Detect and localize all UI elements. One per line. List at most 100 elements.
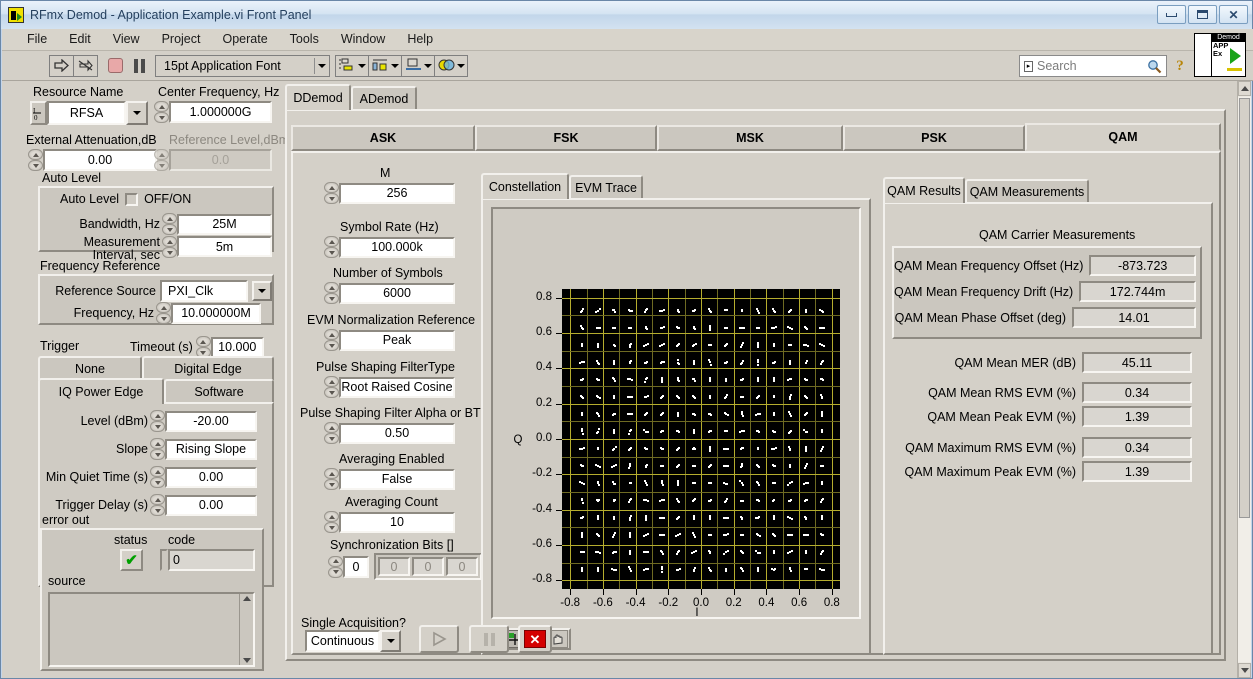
external-attenuation-value[interactable]: 0.00 [43, 149, 157, 171]
trigger-timeout-control[interactable]: Timeout (s) 10.000 [130, 336, 264, 358]
reference-source-control[interactable]: Reference Source PXI_Clk [48, 280, 272, 302]
resource-name-dropdown-icon[interactable] [126, 101, 148, 125]
resource-name-combo[interactable]: I0 RFSA [30, 101, 148, 125]
trigger-level-control[interactable]: Level (dBm) -20.00 [42, 410, 257, 432]
align-objects-icon[interactable] [335, 54, 369, 77]
modulation-tab-msk[interactable]: MSK [657, 125, 843, 151]
reference-frequency-control[interactable]: Frequency, Hz 10.000000M [48, 302, 261, 324]
pulse-shaping-filter-type-control[interactable]: Root Raised Cosine [324, 376, 455, 398]
trigger-timeout-spinner[interactable] [195, 336, 211, 358]
reference-source-value[interactable]: PXI_Clk [160, 280, 248, 302]
bandwidth-spinner[interactable] [162, 213, 177, 235]
resize-objects-icon[interactable] [401, 54, 435, 77]
reference-level-control[interactable]: 0.0 [154, 149, 272, 171]
trigger-tab-none[interactable]: None [38, 356, 142, 380]
modulation-tab-ask[interactable]: ASK [291, 125, 475, 151]
modulation-tab-psk[interactable]: PSK [843, 125, 1025, 151]
pause-acquisition-button[interactable] [469, 625, 509, 653]
single-acquisition-combo[interactable]: Continuous [305, 630, 401, 652]
evm-normalization-spinner[interactable] [324, 329, 339, 351]
tab-ddemod[interactable]: DDemod [285, 84, 351, 110]
trigger-timeout-value[interactable]: 10.000 [210, 336, 264, 358]
min-quiet-time-control[interactable]: Min Quiet Time (s) 0.00 [42, 466, 257, 488]
reference-level-spinner[interactable] [154, 149, 169, 171]
single-acquisition-value[interactable]: Continuous [305, 630, 380, 652]
averaging-enabled-spinner[interactable] [324, 468, 339, 490]
menu-item-window[interactable]: Window [330, 30, 396, 49]
error-source-value[interactable] [48, 592, 255, 667]
reference-level-value[interactable]: 0.0 [169, 149, 272, 171]
scrollbar-thumb[interactable] [1239, 98, 1250, 518]
reference-frequency-spinner[interactable] [156, 302, 171, 324]
graph-tab-constellation[interactable]: Constellation [481, 173, 569, 199]
trigger-slope-value[interactable]: Rising Slope [165, 438, 257, 460]
play-button[interactable] [419, 625, 459, 653]
number-of-symbols-spinner[interactable] [324, 282, 339, 304]
trigger-delay-spinner[interactable] [150, 494, 165, 516]
synchronization-bits-spinner[interactable] [328, 555, 343, 578]
menu-item-file[interactable]: File [16, 30, 58, 49]
menu-item-edit[interactable]: Edit [58, 30, 102, 49]
results-tab-qam-results[interactable]: QAM Results [883, 177, 965, 203]
symbol-rate-spinner[interactable] [324, 236, 339, 258]
measurement-interval-value[interactable]: 5m [177, 236, 272, 257]
measurement-interval-spinner[interactable] [162, 236, 177, 258]
constellation-plot[interactable] [562, 289, 840, 589]
search-input[interactable]: ▸ Search [1019, 55, 1167, 77]
modulation-tab-fsk[interactable]: FSK [475, 125, 657, 151]
trigger-slope-control[interactable]: Slope Rising Slope [42, 438, 257, 460]
font-selector[interactable]: 15pt Application Font [155, 54, 330, 77]
external-attenuation-spinner[interactable] [28, 149, 43, 171]
auto-level-toggle-row[interactable]: Auto Level OFF/ON [60, 192, 191, 206]
symbol-rate-control[interactable]: 100.000k [324, 236, 455, 258]
scroll-up-icon[interactable] [1238, 81, 1251, 96]
single-acquisition-dropdown-icon[interactable] [380, 630, 401, 652]
run-continuously-button[interactable] [73, 54, 98, 77]
results-tab-qam-measurements[interactable]: QAM Measurements [965, 179, 1089, 203]
distribute-objects-icon[interactable] [368, 54, 402, 77]
synchronization-bits-index[interactable]: 0 [343, 555, 369, 578]
synchronization-bits-cell-1[interactable]: 0 [412, 557, 444, 576]
menu-item-view[interactable]: View [102, 30, 151, 49]
center-frequency-value[interactable]: 1.000000G [169, 101, 272, 123]
maximize-button[interactable] [1188, 5, 1217, 24]
menu-item-operate[interactable]: Operate [211, 30, 278, 49]
m-spinner[interactable] [324, 182, 339, 204]
pause-button[interactable] [127, 55, 151, 77]
scroll-down-icon[interactable] [1238, 663, 1251, 678]
error-source-scrollbar[interactable] [239, 594, 253, 665]
run-button[interactable] [49, 54, 74, 77]
averaging-enabled-value[interactable]: False [339, 468, 455, 490]
abort-execution-button[interactable] [102, 55, 128, 77]
number-of-symbols-control[interactable]: 6000 [324, 282, 455, 304]
graph-tab-evm-trace[interactable]: EVM Trace [569, 175, 643, 199]
context-help-icon[interactable]: ? [1172, 55, 1188, 77]
bandwidth-value[interactable]: 25M [177, 213, 272, 235]
tab-ademod[interactable]: ADemod [351, 86, 417, 110]
reference-frequency-value[interactable]: 10.000000M [171, 302, 261, 324]
modulation-tab-qam[interactable]: QAM [1025, 123, 1221, 151]
external-attenuation-control[interactable]: 0.00 [28, 149, 157, 171]
close-button[interactable]: ✕ [1219, 5, 1248, 24]
pulse-shaping-filter-type-value[interactable]: Root Raised Cosine [339, 376, 455, 398]
trigger-slope-spinner[interactable] [150, 438, 165, 460]
reference-source-dropdown-icon[interactable] [252, 281, 272, 301]
pulse-shaping-alpha-spinner[interactable] [324, 422, 339, 444]
bandwidth-control[interactable]: Bandwidth, Hz 25M [62, 213, 272, 235]
number-of-symbols-value[interactable]: 6000 [339, 282, 455, 304]
center-frequency-control[interactable]: 1.000000G [154, 101, 272, 123]
panel-vertical-scrollbar[interactable] [1237, 81, 1251, 678]
averaging-count-spinner[interactable] [324, 511, 339, 533]
menu-item-help[interactable]: Help [396, 30, 444, 49]
error-status-led[interactable]: ✔ [120, 549, 143, 571]
averaging-enabled-control[interactable]: False [324, 468, 455, 490]
menu-item-tools[interactable]: Tools [279, 30, 330, 49]
min-quiet-time-value[interactable]: 0.00 [165, 466, 257, 488]
pulse-shaping-filter-alpha-control[interactable]: 0.50 [324, 422, 455, 444]
error-code-control[interactable]: 0 [160, 549, 255, 571]
pulse-shaping-type-spinner[interactable] [324, 376, 339, 398]
vi-icon[interactable]: Demod APP Ex [1194, 33, 1246, 77]
min-quiet-time-spinner[interactable] [150, 466, 165, 488]
reorder-objects-icon[interactable] [434, 54, 468, 77]
synchronization-bits-cell-0[interactable]: 0 [378, 557, 410, 576]
